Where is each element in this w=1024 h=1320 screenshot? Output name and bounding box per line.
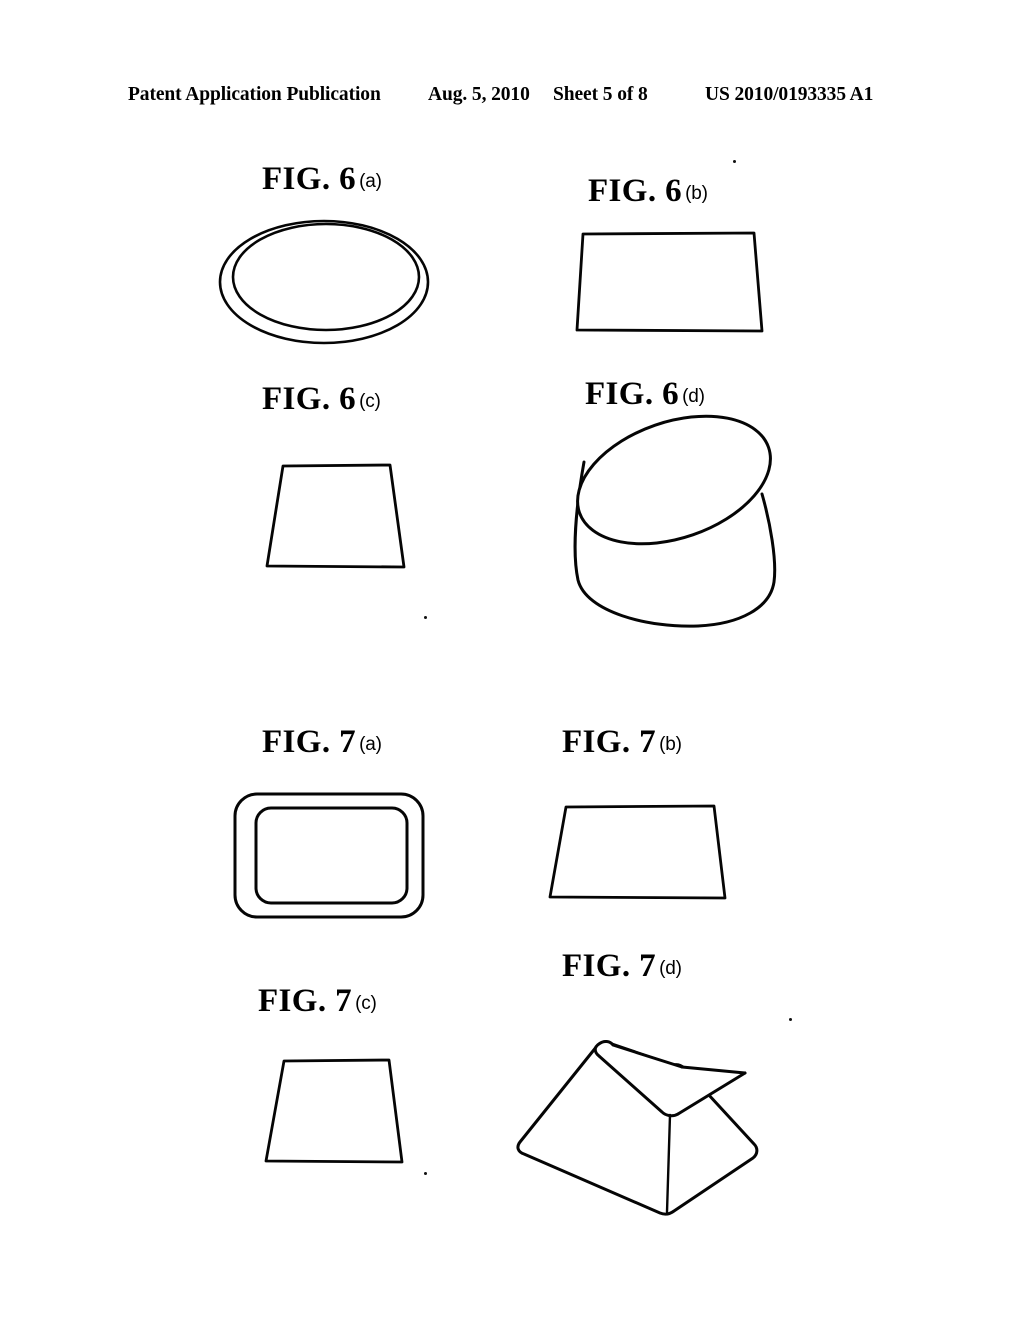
scan-speck <box>424 1172 427 1175</box>
figure-label-7b: FIG. 7 (b) <box>562 726 682 759</box>
figure-label-6c-sub: (c) <box>359 391 381 412</box>
inner-rounded-rectangle <box>254 806 409 905</box>
page-header: Patent Application Publication Aug. 5, 2… <box>0 84 1024 112</box>
figure-art-6a-concentric-ellipses <box>212 212 462 362</box>
figure-art-7c-narrow-trapezoid <box>252 1048 422 1173</box>
figure-art-7b-wide-trapezoid <box>534 794 744 909</box>
figure-label-6a: FIG. 6 (a) <box>262 163 382 196</box>
trapezoid-outline <box>265 463 406 569</box>
header-sheet-number: Sheet 5 of 8 <box>553 84 648 105</box>
scan-speck <box>733 160 736 163</box>
figure-label-7c: FIG. 7 (c) <box>258 985 377 1018</box>
header-date: Aug. 5, 2010 <box>428 84 530 105</box>
inner-ellipse <box>231 222 421 332</box>
figure-label-7b-sub: (b) <box>659 734 682 755</box>
header-publication: Patent Application Publication <box>128 84 381 105</box>
figure-label-6a-sub: (a) <box>359 171 382 192</box>
figure-label-6c: FIG. 6 (c) <box>262 383 381 416</box>
figure-label-6d-sub: (d) <box>682 386 705 407</box>
outer-ellipse <box>218 219 430 345</box>
figure-label-6b-main: FIG. 6 <box>588 173 683 209</box>
trapezoid-outline <box>575 231 764 333</box>
figure-art-6d-conical-frustum <box>548 412 808 637</box>
outer-rounded-rectangle <box>233 792 425 919</box>
figure-label-7a-sub: (a) <box>359 734 382 755</box>
figure-label-7d-main: FIG. 7 <box>562 948 657 984</box>
header-patent-number: US 2010/0193335 A1 <box>705 84 874 105</box>
figure-label-6a-main: FIG. 6 <box>262 161 357 197</box>
figure-label-7a: FIG. 7 (a) <box>262 726 382 759</box>
figure-label-6c-main: FIG. 6 <box>262 381 357 417</box>
figure-label-7c-main: FIG. 7 <box>258 983 353 1019</box>
scan-speck <box>789 1018 792 1021</box>
figure-label-7a-main: FIG. 7 <box>262 724 357 760</box>
figure-label-7d-sub: (d) <box>659 958 682 979</box>
figure-label-6d: FIG. 6 (d) <box>585 378 705 411</box>
figure-label-7b-main: FIG. 7 <box>562 724 657 760</box>
trapezoid-outline <box>264 1058 404 1164</box>
figure-art-7a-nested-rounded-rectangles <box>226 786 436 926</box>
scan-speck <box>424 616 427 619</box>
trapezoid-outline <box>548 804 727 900</box>
figure-art-6b-wide-trapezoid <box>552 222 792 342</box>
figure-art-6c-narrow-trapezoid <box>252 452 422 577</box>
figure-label-7d: FIG. 7 (d) <box>562 950 682 983</box>
figure-label-6b-sub: (b) <box>685 183 708 204</box>
figure-art-7d-rectangular-frustum <box>494 984 779 1219</box>
figure-label-6b: FIG. 6 (b) <box>588 175 708 208</box>
figure-label-7c-sub: (c) <box>355 993 377 1014</box>
figure-label-6d-main: FIG. 6 <box>585 376 680 412</box>
